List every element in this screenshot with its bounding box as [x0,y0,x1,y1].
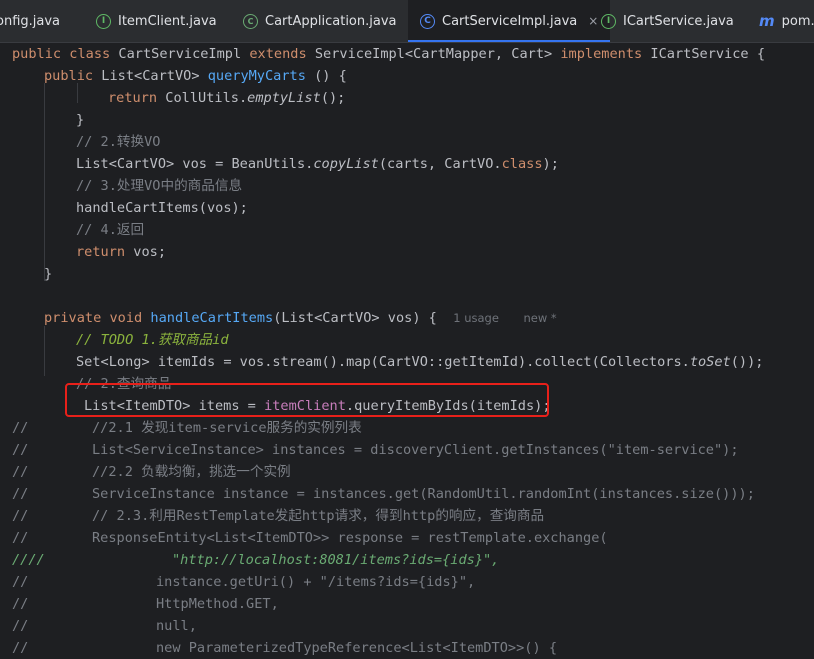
commented-line-text: ServiceInstance instance = instances.get… [92,486,755,502]
tab-label: ItemClient.java [118,13,217,29]
tab-label: ICartService.java [623,13,734,29]
code-editor[interactable]: public class CartServiceImpl extends Ser… [0,43,814,659]
usage-hint[interactable]: 1 usage [453,311,499,325]
commented-line-text: // 2.3.利用RestTemplate发起http请求，得到http的响应，… [92,508,545,524]
highlight-box [65,383,549,417]
commented-line-text: //2.1 发现item-service服务的实例列表 [92,420,362,436]
commented-line: // [12,508,29,524]
code-line: public List<CartVO> queryMyCarts () { [44,68,347,84]
commented-line-text: new ParameterizedTypeReference<List<Item… [156,640,558,656]
tab-icartservice[interactable]: I ICartService.java [601,0,734,42]
tab-cartserviceimpl[interactable]: C CartServiceImpl.java × [408,0,611,42]
code-line: public class CartServiceImpl extends Ser… [12,46,765,62]
commented-line-text: HttpMethod.GET, [156,596,279,612]
tab-pom[interactable]: m pom.x [759,0,814,42]
commented-line-text: //2.2 负载均衡，挑选一个实例 [92,464,291,480]
code-line: } [44,266,53,282]
tab-label: CartApplication.java [265,13,397,29]
code-line: // 2.转换VO [76,134,161,150]
code-line: Set<Long> itemIds = vos.stream().map(Car… [76,354,764,370]
indent-guide [44,326,45,376]
commented-line-text: "http://localhost:8081/items?ids={ids}", [172,552,500,568]
author-hint[interactable]: new * [524,311,557,325]
commented-line: // [12,464,29,480]
code-line: handleCartItems(vos); [76,200,248,216]
tab-label: onfig.java [0,13,61,29]
commented-line: // [12,618,29,634]
commented-line-text: ResponseEntity<List<ItemDTO>> response =… [92,530,608,546]
java-interface-icon: I [96,13,111,29]
commented-line: // [12,442,29,458]
code-line: return CollUtils.emptyList(); [108,90,346,106]
commented-line: // [12,486,29,502]
commented-line-text: instance.getUri() + "/items?ids={ids}", [156,574,476,590]
tab-itemclient[interactable]: I ItemClient.java [96,0,217,42]
code-line: private void handleCartItems(List<CartVO… [44,310,557,326]
code-line: return vos; [76,244,167,260]
commented-line: // [12,420,29,436]
tab-cartapplication[interactable]: C CartApplication.java [243,0,397,42]
java-class-icon: C [420,13,435,29]
maven-icon: m [759,12,775,30]
tab-label: pom.x [781,13,814,29]
close-icon[interactable]: × [588,14,598,28]
commented-line-text: null, [156,618,197,634]
commented-line: // [12,574,29,590]
tab-label: CartServiceImpl.java [442,13,578,29]
code-line: // 3.处理VO中的商品信息 [76,178,243,194]
spring-boot-icon: C [243,13,258,29]
commented-line-text: List<ServiceInstance> instances = discov… [92,442,739,458]
code-line: // 4.返回 [76,222,145,238]
indent-guide [44,83,45,281]
code-line: // TODO 1.获取商品id [76,332,229,348]
commented-line: // [12,530,29,546]
editor-tab-bar: onfig.java I ItemClient.java C CartAppli… [0,0,814,43]
commented-line: // [12,596,29,612]
code-line: List<CartVO> vos = BeanUtils.copyList(ca… [76,156,559,172]
commented-line: //// [12,552,45,568]
tab-config[interactable]: onfig.java [0,0,76,42]
commented-line: // [12,640,29,656]
java-interface-icon: I [601,13,616,29]
code-line: } [76,112,85,128]
